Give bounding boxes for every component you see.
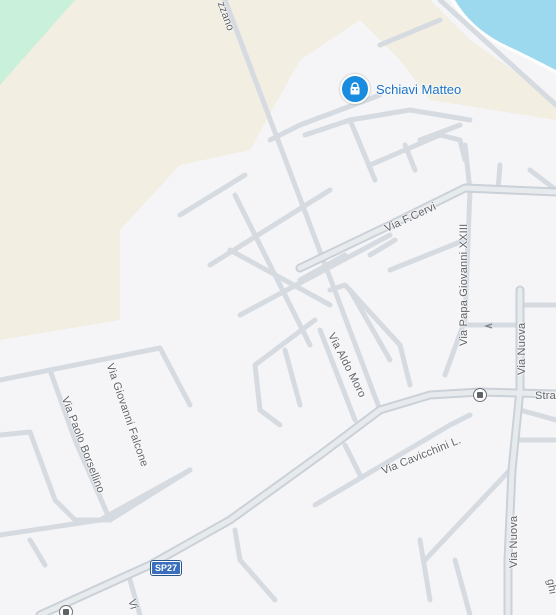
map-base	[0, 0, 556, 615]
street-label-right-fragment: ghi	[544, 578, 556, 596]
street-label-strada-fragment: Stra	[535, 390, 556, 402]
shopping-bag-icon	[340, 74, 370, 104]
street-label-papa-giovanni: Via Papa Giovanni XXIII	[458, 223, 470, 346]
bus-stop-icon[interactable]	[473, 388, 487, 402]
poi-marker[interactable]: Schiavi Matteo	[340, 74, 461, 104]
map-canvas[interactable]: Schiavi Matteo Via F.Cervi Via Papa Giov…	[0, 0, 556, 615]
poi-name[interactable]: Schiavi Matteo	[376, 82, 461, 97]
bus-stop-icon[interactable]	[59, 605, 73, 615]
farmland-area	[0, 0, 556, 340]
street-label-via-nuova-top: Via Nuova	[516, 322, 528, 375]
street-label-via-nuova-bottom: Via Nuova	[508, 515, 520, 568]
route-shield-sp27: SP27	[149, 560, 183, 576]
